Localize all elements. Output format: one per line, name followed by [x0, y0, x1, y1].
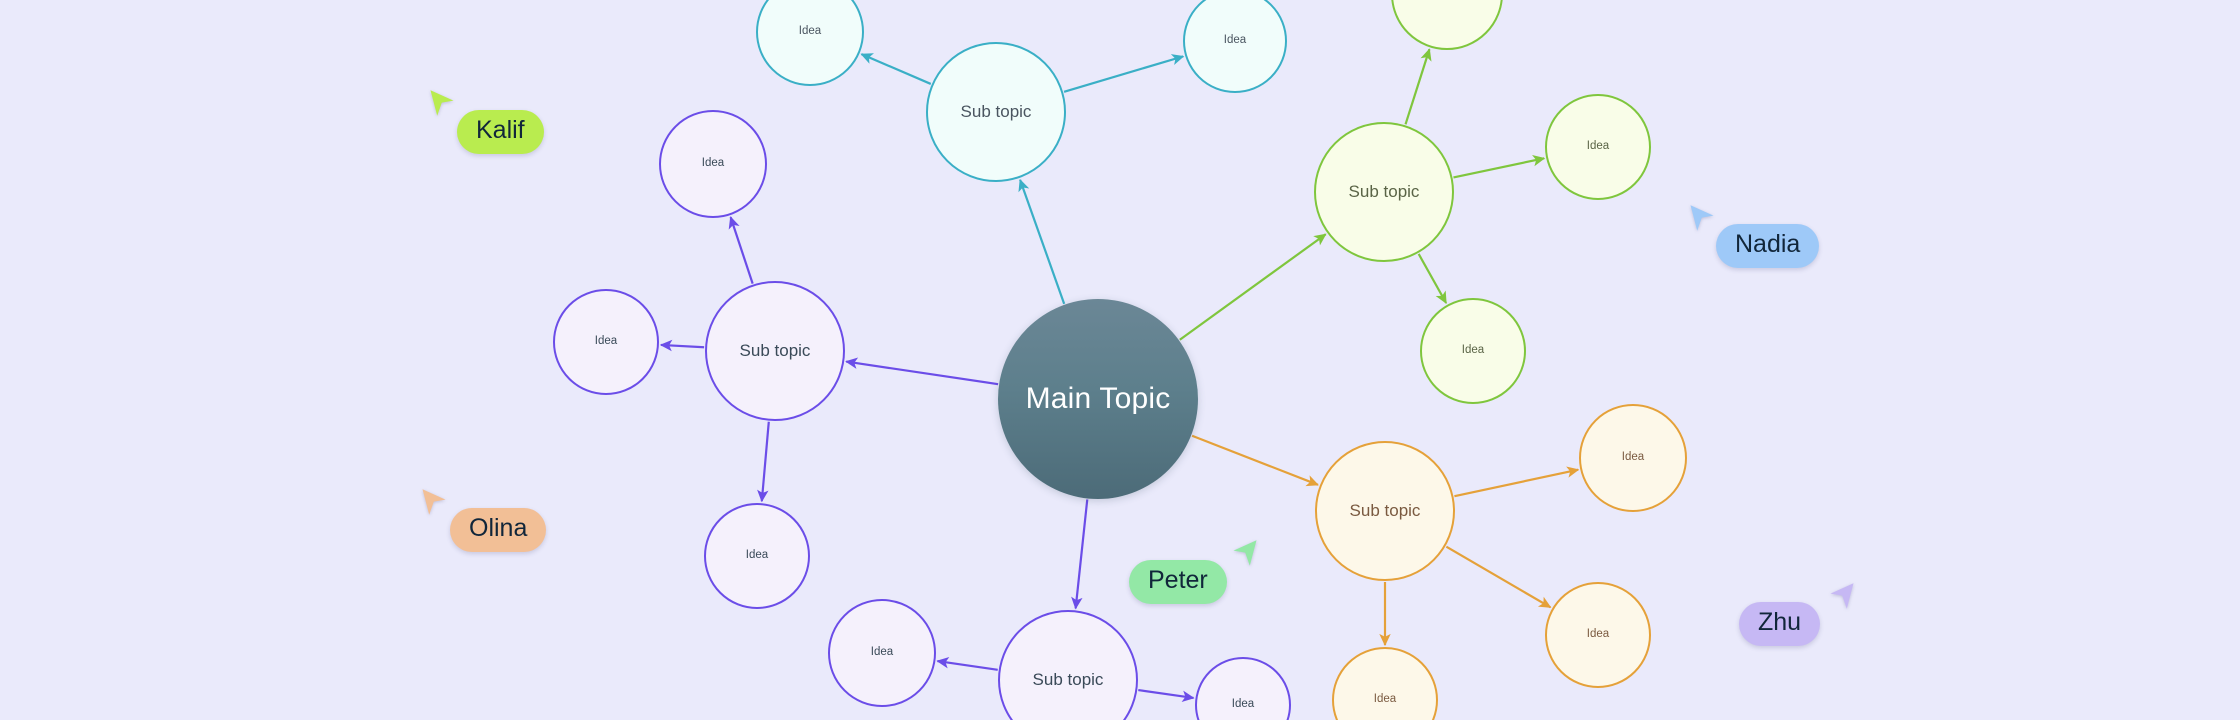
idea-node-teal-branch-1[interactable]: Idea [756, 0, 864, 86]
idea-node-purple-bottom-branch-1-label: Idea [870, 646, 894, 659]
idea-node-purple-left-branch-3[interactable]: Idea [704, 503, 810, 609]
edge-purple-bottom-branch-idea-2 [1138, 688, 1195, 703]
idea-node-teal-branch-2[interactable]: Idea [1183, 0, 1287, 93]
idea-node-orange-branch-3[interactable]: Idea [1332, 647, 1438, 720]
edge-green-branch-idea-3 [1417, 253, 1448, 304]
subtopic-node-teal-branch-label: Sub topic [960, 102, 1032, 122]
idea-node-green-branch-2-label: Idea [1586, 140, 1610, 153]
subtopic-node-purple-bottom-branch-label: Sub topic [1032, 670, 1104, 690]
cursor-pointer-icon [1826, 581, 1856, 613]
subtopic-node-orange-branch[interactable]: Sub topic [1315, 441, 1455, 581]
idea-node-orange-branch-2[interactable]: Idea [1545, 582, 1651, 688]
edge-teal-branch-idea-2 [1063, 54, 1185, 93]
edge-purple-left-branch-idea-2 [659, 339, 705, 352]
idea-node-purple-bottom-branch-2-label: Idea [1231, 698, 1255, 711]
cursor-name-label: Peter [1129, 560, 1227, 604]
edge-teal-branch-idea-1 [860, 53, 932, 85]
idea-node-teal-branch-1-label: Idea [798, 25, 822, 38]
cursor-pointer-icon [420, 487, 450, 519]
subtopic-node-teal-branch[interactable]: Sub topic [926, 42, 1066, 182]
idea-node-purple-bottom-branch-1[interactable]: Idea [828, 599, 936, 707]
idea-node-orange-branch-1-label: Idea [1621, 451, 1645, 464]
edge-root-to-teal-branch [1018, 178, 1066, 305]
cursor-pointer-icon [428, 88, 458, 120]
idea-node-teal-branch-2-label: Idea [1223, 34, 1247, 47]
edge-purple-bottom-branch-idea-1 [936, 656, 998, 671]
cursor-name-label: Zhu [1739, 602, 1821, 646]
edge-root-to-purple-left-branch [845, 357, 999, 386]
cursor-pointer-icon [1229, 538, 1259, 570]
cursor-name-label: Kalif [457, 110, 544, 154]
subtopic-node-green-branch[interactable]: Sub topic [1314, 122, 1454, 262]
subtopic-node-purple-left-branch-label: Sub topic [739, 341, 811, 361]
idea-node-orange-branch-3-label: Idea [1373, 693, 1397, 706]
idea-node-green-branch-3-label: Idea [1461, 344, 1485, 357]
cursor-name-label: Nadia [1716, 224, 1820, 268]
idea-node-orange-branch-1[interactable]: Idea [1579, 404, 1687, 512]
subtopic-node-purple-bottom-branch[interactable]: Sub topic [998, 610, 1138, 720]
edge-root-to-purple-bottom-branch [1071, 499, 1089, 610]
cursor-name-label: Olina [450, 508, 547, 552]
edge-root-to-green-branch [1179, 233, 1327, 341]
idea-node-purple-left-branch-2[interactable]: Idea [553, 289, 659, 395]
mindmap-canvas[interactable]: Sub topic Idea Idea Sub topic Idea Idea Idea Su… [0, 0, 2240, 720]
idea-node-purple-left-branch-1-label: Idea [701, 157, 725, 170]
edge-root-to-orange-branch [1191, 434, 1319, 487]
edge-orange-branch-idea-2 [1445, 545, 1552, 609]
edge-orange-branch-idea-1 [1454, 466, 1580, 498]
subtopic-node-orange-branch-label: Sub topic [1349, 501, 1421, 521]
edge-green-branch-idea-1 [1404, 48, 1432, 125]
idea-node-purple-left-branch-1[interactable]: Idea [659, 110, 767, 218]
idea-node-purple-left-branch-2-label: Idea [594, 335, 618, 348]
main-topic-node-label: Main Topic [1025, 381, 1171, 415]
idea-node-orange-branch-2-label: Idea [1586, 628, 1610, 641]
idea-node-green-branch-1-label: Idea [1436, 0, 1458, 1]
idea-node-purple-left-branch-3-label: Idea [745, 549, 769, 562]
edge-purple-left-branch-idea-3 [757, 421, 770, 503]
idea-node-green-branch-3[interactable]: Idea [1420, 298, 1526, 404]
edge-green-branch-idea-2 [1453, 155, 1546, 179]
subtopic-node-green-branch-label: Sub topic [1348, 182, 1420, 202]
idea-node-green-branch-2[interactable]: Idea [1545, 94, 1651, 200]
idea-node-purple-bottom-branch-2[interactable]: Idea [1195, 657, 1291, 720]
subtopic-node-purple-left-branch[interactable]: Sub topic [705, 281, 845, 421]
main-topic-node[interactable]: Main Topic [998, 299, 1198, 499]
edge-purple-left-branch-idea-1 [728, 216, 754, 284]
cursor-pointer-icon [1688, 203, 1718, 235]
idea-node-green-branch-1[interactable]: Idea [1391, 0, 1503, 50]
